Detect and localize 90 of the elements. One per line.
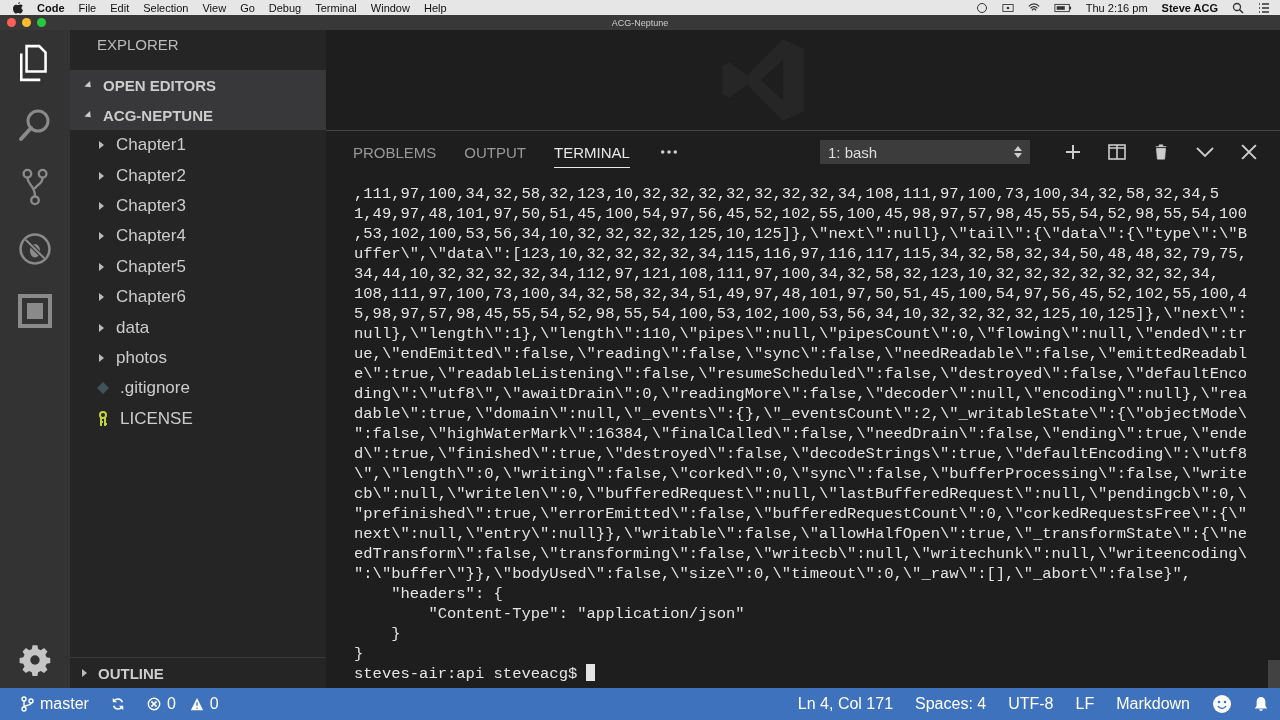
sync-icon[interactable] <box>110 696 125 712</box>
panel-tab[interactable]: PROBLEMS <box>353 136 437 168</box>
terminal-line: next\":null,\"entry\":null}},\"writable\":false,\"allowHalfOpen\":true,\"_transformState\":{\"ne <box>354 524 1248 544</box>
scrollbar[interactable] <box>1268 660 1280 688</box>
encoding[interactable]: UTF-8 <box>1008 695 1054 713</box>
terminal-line: "prefinished\":true,\"errorEmitted\":false,\"bufferedRequestCount\":0,\"corkedRequestsFree\":{\" <box>354 504 1248 524</box>
menu-item[interactable]: Selection <box>143 1 189 14</box>
terminal-line: ,53,102,100,53,56,34,10,32,32,32,32,125,10,125]},\"next\":null},\"tail\":{\"data\":{\"type\":\"B <box>354 224 1248 244</box>
terminal-line: ue,\"endEmitted\":false,\"reading\":false,\"sync\":false,\"needReadable\":false,\"emittedReadabl <box>354 344 1248 364</box>
split-icon[interactable] <box>1108 144 1126 160</box>
terminal-line: "Content-Type": "application/json" <box>427 604 746 624</box>
terminal-line: dable\":true,\"domain\":null,\"_events\":{},\"_eventsCount\":2,\"_writableState\":{\"objectMode\ <box>354 404 1248 424</box>
menu-item[interactable]: Help <box>423 1 447 14</box>
wifi-icon[interactable] <box>1027 1 1040 14</box>
settings-icon[interactable] <box>19 644 51 676</box>
terminal-line: 1,49,97,48,101,97,50,51,45,100,54,97,56,45,52,102,55,100,45,98,97,57,98,45,55,54,52,98,55,54,100 <box>354 204 1248 224</box>
section-header[interactable]: OPEN EDITORS <box>70 70 326 100</box>
terminal-line: ":\"buffer\"}},\"bodyUsed\":false,\"size\":0,\"timeout\":0,\"_raw\":[],\"_abort\":false}", <box>354 564 1193 584</box>
sidebar-title: EXPLORER <box>96 35 180 55</box>
tree-item[interactable]: Chapter5 <box>70 251 326 282</box>
terminal-line: } <box>390 624 402 644</box>
indentation[interactable]: Spaces: 4 <box>915 695 987 713</box>
menu-item[interactable]: Debug <box>268 1 302 14</box>
tree-item[interactable]: Chapter3 <box>70 190 326 222</box>
branch-icon <box>20 696 34 712</box>
terminal-line: } <box>354 644 365 664</box>
window-title: ACG-Neptune <box>611 17 669 28</box>
language-mode[interactable]: Markdown <box>1116 695 1190 713</box>
terminal-prompt: steves-air:api steveacg$ <box>354 665 578 683</box>
tree-item[interactable]: LICENSE <box>70 403 326 434</box>
extensions-icon[interactable] <box>18 292 52 330</box>
camera-icon[interactable] <box>1001 1 1014 14</box>
key-icon <box>96 410 110 427</box>
terminal-line: ":false,\"highWaterMark\":16384,\"finalCalled\":false,\"needDrain\":false,\"ending\":true,\"ende <box>354 424 1248 444</box>
tree-item[interactable]: .gitignore <box>70 373 326 404</box>
no-bug-icon[interactable] <box>18 230 52 268</box>
error-icon <box>146 696 161 712</box>
menu-item[interactable]: File <box>78 1 97 14</box>
terminal-line: edTransform\":false,\"transforming\":false,\"writecb\":null,\"writechunk\":null,\"writeencoding\ <box>354 544 1248 564</box>
cursor <box>586 664 596 681</box>
terminal-line: ,111,97,100,34,32,58,32,123,10,32,32,32,32,32,32,32,34,108,111,97,100,73,100,34,32,58,32,34,5 <box>354 184 1221 204</box>
terminal-line: d\":true,\"finished\":true,\"destroyed\":false,\"decodeStrings\":true,\"defaultEncoding\":\"utf8 <box>354 444 1248 464</box>
search-icon[interactable] <box>1232 1 1244 14</box>
bell-icon[interactable] <box>1254 696 1268 712</box>
menu-item[interactable]: View <box>202 1 227 14</box>
menu-item[interactable]: Edit <box>110 1 130 14</box>
close-icon[interactable] <box>1240 144 1258 160</box>
close-button[interactable] <box>7 18 16 27</box>
battery-icon[interactable] <box>1053 1 1072 14</box>
tree-item[interactable]: data <box>70 312 326 343</box>
menu-item[interactable]: Window <box>370 1 410 14</box>
terminal-line: 5,98,97,57,98,45,55,54,52,98,55,54,100,53,102,100,53,56,34,10,32,32,32,32,125,10,125]},\"next\": <box>354 304 1248 324</box>
diamond-icon <box>96 380 110 397</box>
branch-button[interactable]: master <box>20 695 89 713</box>
smiley-icon[interactable] <box>1212 694 1232 714</box>
terminal-line: e\":true,\"readableListening\":false,\"resumeScheduled\":false,\"destroyed\":false,\"defaultEnco <box>354 364 1248 384</box>
status-icon[interactable] <box>975 1 988 14</box>
terminal-line: 34,44,10,32,32,32,32,34,112,97,121,108,111,97,100,34,32,58,32,123,10,32,32,32,32,32,32,32,34, <box>354 264 1221 284</box>
updown-icon <box>1014 146 1022 158</box>
section-header[interactable]: ACG-NEPTUNE <box>70 100 326 130</box>
tree-item[interactable]: Chapter1 <box>70 130 326 161</box>
tree-item[interactable]: Chapter4 <box>70 221 326 252</box>
warning-icon <box>189 696 204 712</box>
terminal-line: "headers": { <box>390 584 504 604</box>
tree-item[interactable]: Chapter2 <box>70 160 326 191</box>
problems-button[interactable]: 0 0 <box>146 695 219 713</box>
plus-icon[interactable] <box>1064 144 1082 160</box>
minimize-button[interactable] <box>22 18 31 27</box>
tree-item[interactable]: photos <box>70 342 326 374</box>
user-name[interactable]: Steve ACG <box>1161 1 1218 14</box>
apple-icon[interactable] <box>13 1 23 14</box>
terminal-line: null},\"length\":1},\"length\":110,\"pipes\":null,\"pipesCount\":0,\"flowing\":null,\"ended\":tr <box>354 324 1248 344</box>
panel-tab[interactable]: OUTPUT <box>464 136 527 168</box>
terminal-line: \",\"length\":0,\"writing\":false,\"corked\":0,\"sync\":false,\"bufferProcessing\":false,\"write <box>354 464 1248 484</box>
list-icon[interactable] <box>1258 1 1270 14</box>
clock[interactable]: Thu 2:16 pm <box>1085 1 1148 14</box>
terminal-line: 108,111,97,100,73,100,34,32,58,32,34,51,49,97,48,101,97,50,51,45,100,54,97,56,45,52,102,55,100,4 <box>354 284 1248 304</box>
menu-item[interactable]: Go <box>240 1 255 14</box>
tree-item[interactable]: Chapter6 <box>70 281 326 313</box>
terminal-select[interactable]: 1: bash <box>820 140 1030 164</box>
zoom-button[interactable] <box>37 18 46 27</box>
menu-item[interactable]: Terminal <box>315 1 357 14</box>
panel-tab[interactable]: TERMINAL <box>554 136 630 168</box>
app-menu[interactable]: Code <box>37 1 65 14</box>
terminal-line: cb\":null,\"writelen\":0,\"bufferedRequest\":null,\"lastBufferedRequest\":null,\"pendingcb\":0,\ <box>354 484 1248 504</box>
terminal-line: uffer\",\"data\":[123,10,32,32,32,32,34,115,116,97,116,117,115,34,32,58,32,34,50,48,48,32,79,75, <box>354 244 1248 264</box>
terminal-line: ding\":\"utf8\",\"awaitDrain\":0,\"readingMore\":false,\"decoder\":null,\"encoding\":null},\"rea <box>354 384 1248 404</box>
cursor-position[interactable]: Ln 4, Col 171 <box>797 695 894 713</box>
chevron-icon[interactable] <box>1196 144 1214 160</box>
line-ending[interactable]: LF <box>1075 695 1095 713</box>
